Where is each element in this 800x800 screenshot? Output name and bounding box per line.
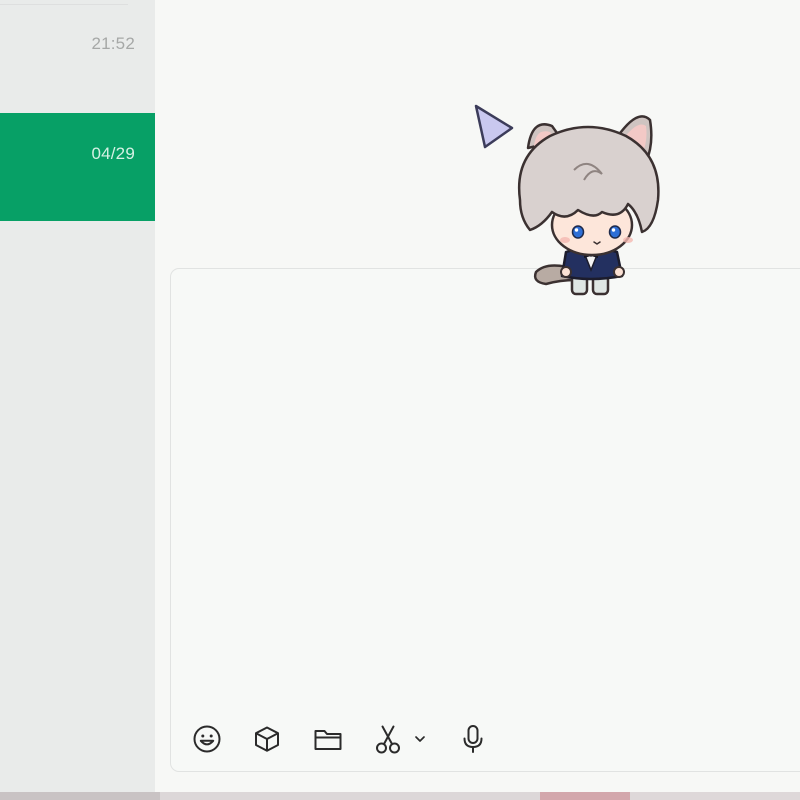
screenshot-button[interactable] <box>371 722 405 756</box>
send-file-button[interactable] <box>311 722 345 756</box>
pointer-arrow-icon <box>474 104 514 149</box>
screenshot-options-button[interactable] <box>405 722 435 756</box>
chat-window: 21:52 04/29 <box>0 0 800 800</box>
folder-icon <box>312 724 344 754</box>
conversation-item-selected[interactable]: 04/29 <box>0 113 155 221</box>
cube-icon <box>252 724 282 754</box>
emoji-button[interactable] <box>190 722 224 756</box>
scissors-icon <box>373 723 403 755</box>
cat-boy-sticker[interactable] <box>470 100 670 305</box>
chevron-down-icon <box>413 732 427 746</box>
voice-input-button[interactable] <box>456 722 490 756</box>
message-composer[interactable] <box>170 268 800 772</box>
window-bottom-edge <box>0 792 800 800</box>
message-input[interactable] <box>189 283 779 701</box>
conversation-list[interactable]: 21:52 04/29 <box>0 0 155 792</box>
conversation-time: 04/29 <box>91 144 135 163</box>
smiley-icon <box>192 724 222 754</box>
conversation-time: 21:52 <box>91 34 135 53</box>
conversation-item[interactable]: 21:52 <box>0 5 155 113</box>
microphone-icon <box>458 723 488 755</box>
favorites-button[interactable] <box>250 722 284 756</box>
